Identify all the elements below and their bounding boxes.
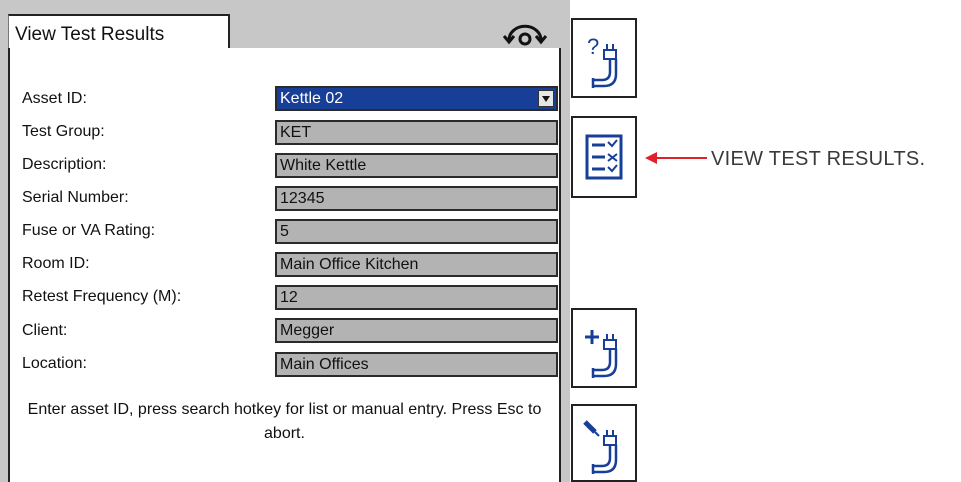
view-test-results-softkey[interactable] [571,116,637,198]
chevron-down-icon[interactable] [538,90,554,107]
test-group-label: Test Group: [22,123,105,140]
asset-id-select[interactable]: Kettle 02 [275,86,558,111]
arrow-left-icon [645,152,707,164]
retest-frequency-label: Retest Frequency (M): [22,288,182,305]
help-softkey[interactable]: ? [571,18,637,98]
location-field[interactable]: Main Offices [275,352,558,377]
help-text: Enter asset ID, press search hotkey for … [27,401,542,442]
room-id-label: Room ID: [22,255,90,272]
callout-label: VIEW TEST RESULTS. [711,148,926,170]
add-plug-icon [585,330,618,378]
fuse-rating-field[interactable]: 5 [275,219,558,244]
tab-view-test-results[interactable]: View Test Results [8,14,230,52]
device-screen: View Test Results Asset ID: Kettle 02 Te… [0,0,570,482]
asset-id-label: Asset ID: [22,90,87,107]
sync-icon [503,24,547,46]
edit-asset-softkey[interactable] [571,404,637,482]
client-label: Client: [22,322,68,339]
tab-bar: View Test Results [3,8,565,52]
add-asset-softkey[interactable] [571,308,637,388]
client-field[interactable]: Megger [275,318,558,343]
retest-frequency-field[interactable]: 12 [275,285,558,310]
checklist-icon [585,134,623,180]
edit-plug-icon [583,420,618,474]
serial-number-label: Serial Number: [22,189,129,206]
description-label: Description: [22,156,107,173]
serial-number-field[interactable]: 12345 [275,186,558,211]
help-plug-icon: ? [587,34,618,88]
location-label: Location: [22,355,87,372]
svg-text:?: ? [587,34,599,59]
description-field[interactable]: White Kettle [275,153,558,178]
form-panel: Asset ID: Kettle 02 Test Group: KET Desc… [8,48,561,482]
fuse-rating-label: Fuse or VA Rating: [22,222,156,239]
test-group-field[interactable]: KET [275,120,558,145]
room-id-field[interactable]: Main Office Kitchen [275,252,558,277]
asset-id-value: Kettle 02 [280,90,344,107]
